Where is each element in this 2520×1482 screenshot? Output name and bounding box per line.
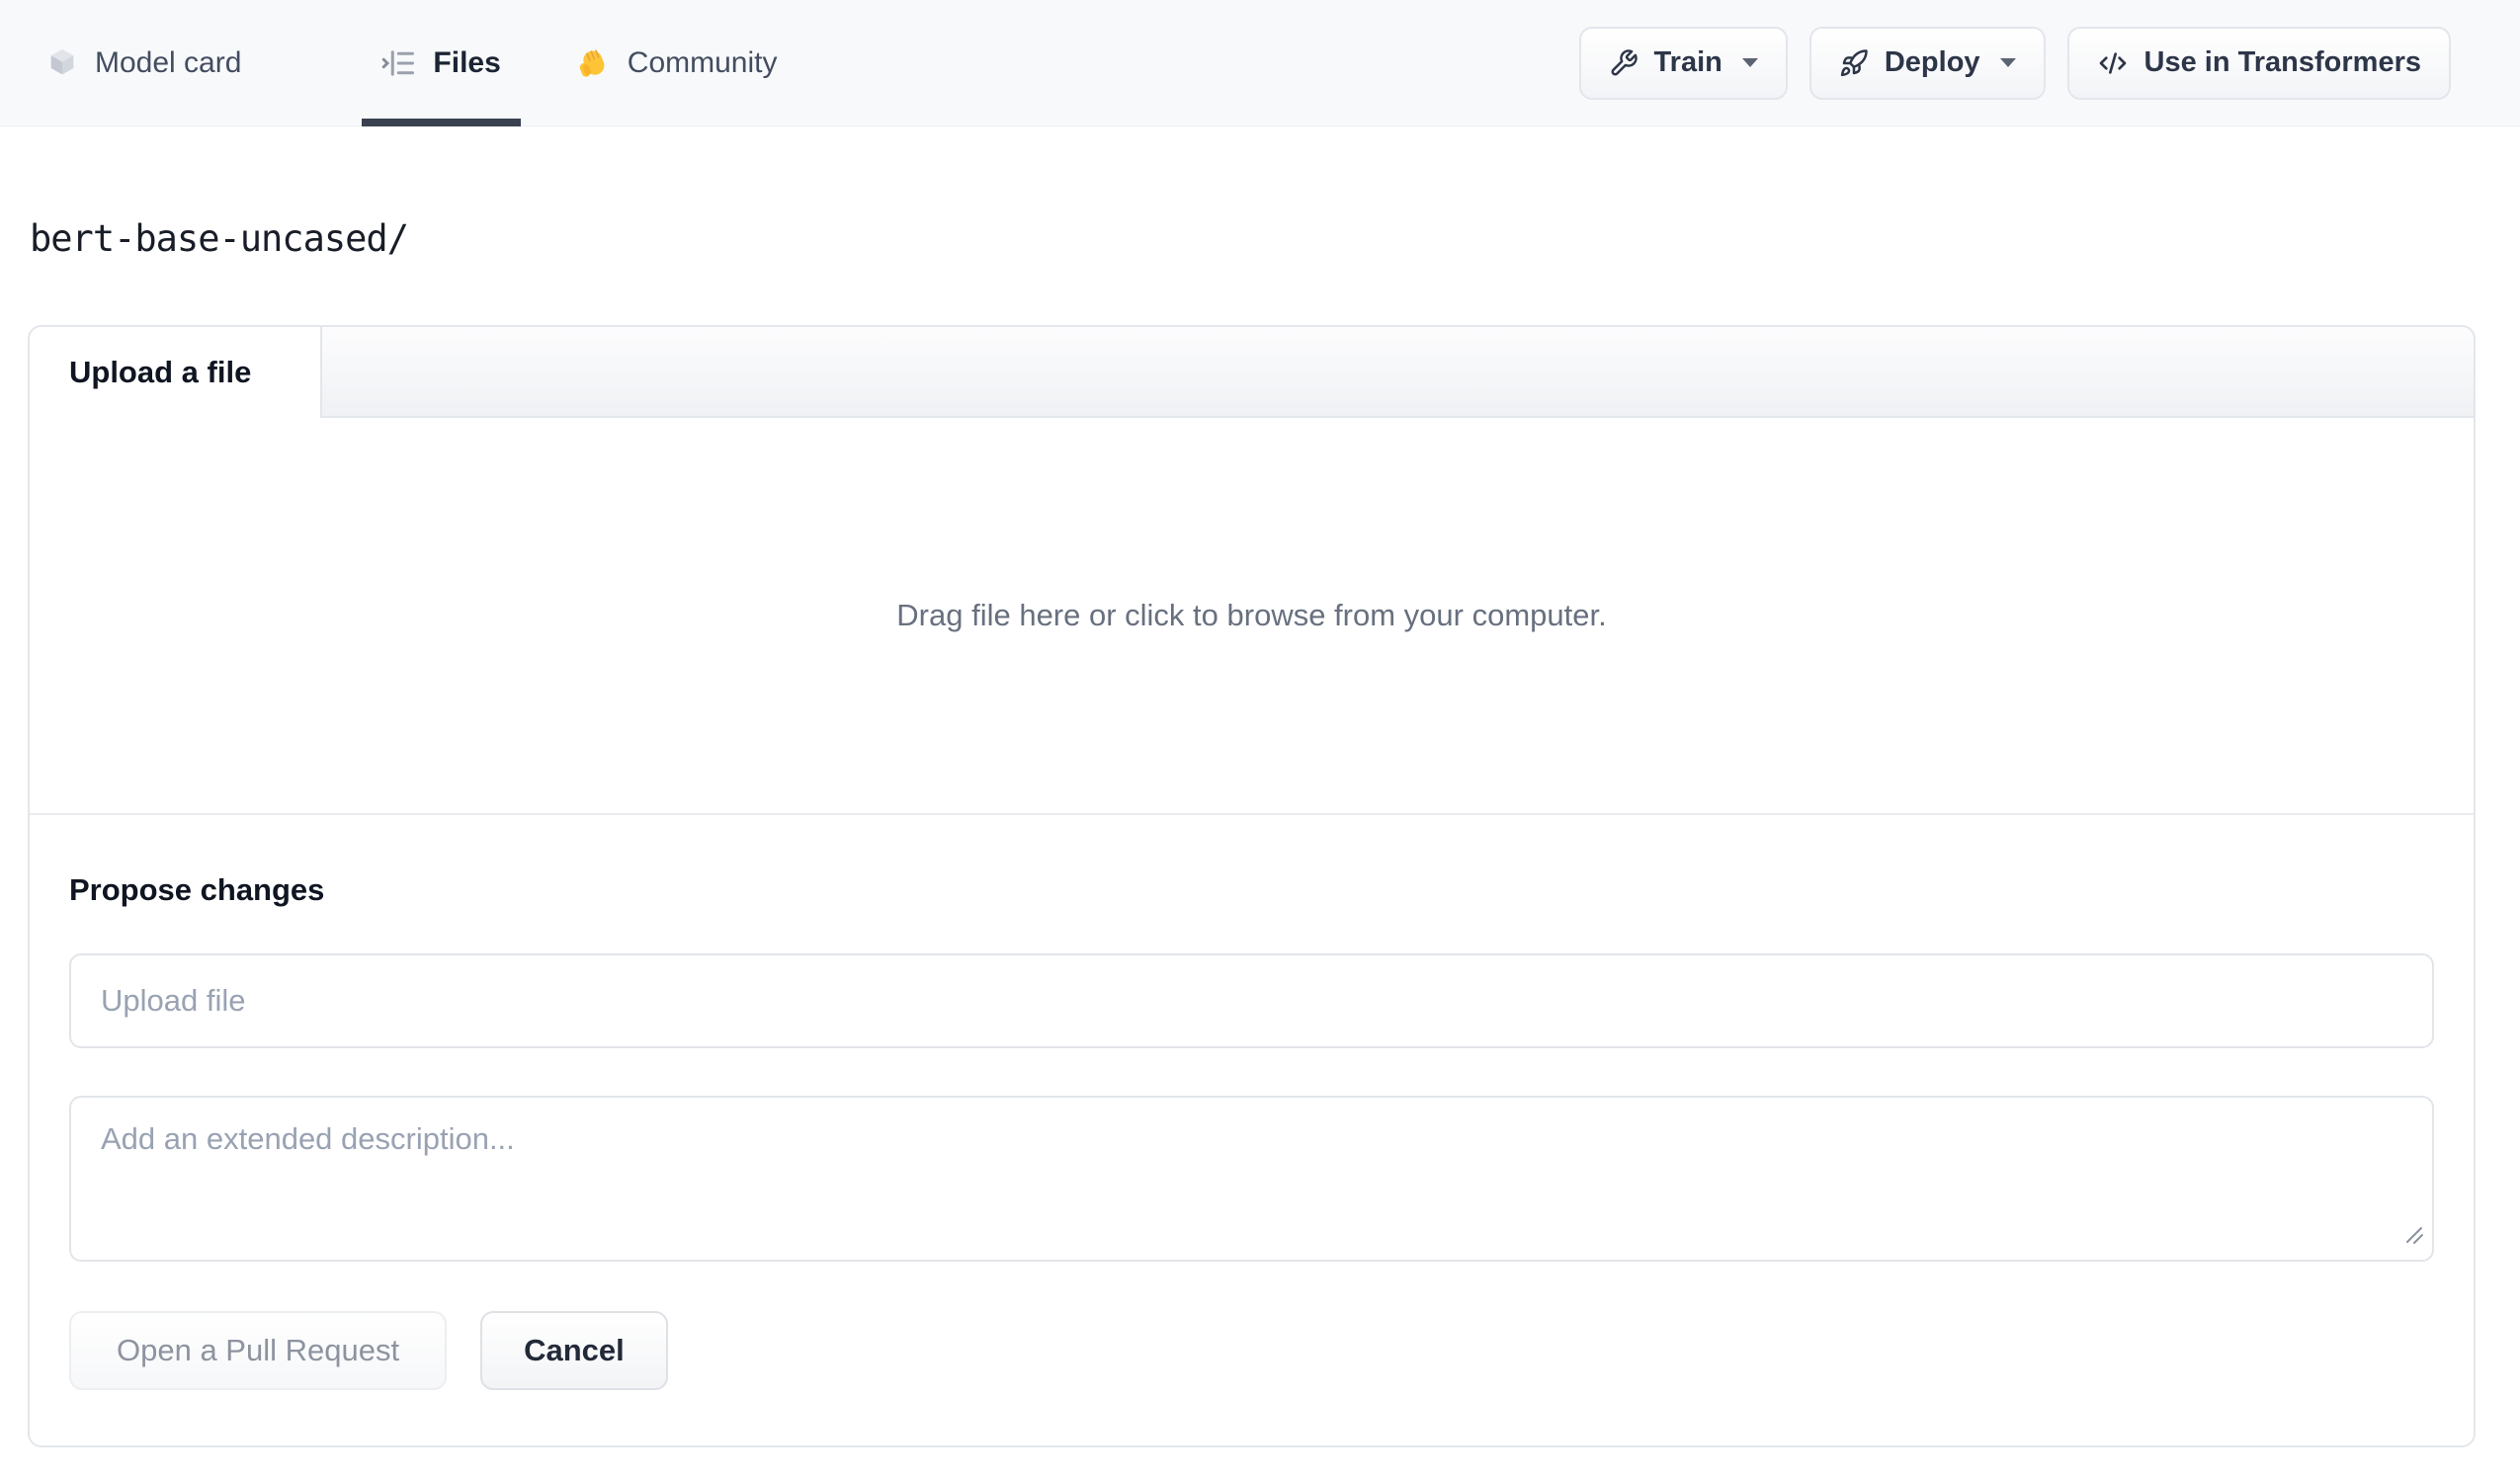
panel-tabstrip: Upload a file xyxy=(30,327,2474,418)
use-in-transformers-label: Use in Transformers xyxy=(2143,46,2421,78)
deploy-button-label: Deploy xyxy=(1884,46,1980,78)
train-button-label: Train xyxy=(1653,46,1722,78)
tab-files-label: Files xyxy=(433,45,501,79)
cancel-button[interactable]: Cancel xyxy=(480,1311,668,1390)
upload-file-input[interactable] xyxy=(69,953,2434,1048)
header-actions: Train Deploy Use in Transformers xyxy=(1578,26,2451,100)
wrench-icon xyxy=(1609,48,1638,78)
tab-model-card[interactable]: Model card xyxy=(42,0,245,125)
description-textarea-wrap xyxy=(69,1096,2434,1262)
upload-panel: Upload a file Drag file here or click to… xyxy=(28,325,2476,1447)
upload-a-file-tab-label: Upload a file xyxy=(69,355,252,389)
tab-files[interactable]: Files xyxy=(362,0,521,126)
file-dropzone[interactable]: Drag file here or click to browse from y… xyxy=(30,418,2474,813)
extended-description-textarea[interactable] xyxy=(69,1096,2434,1262)
propose-changes-section: Propose changes Open a Pull Request Canc… xyxy=(30,813,2474,1445)
upload-a-file-tab[interactable]: Upload a file xyxy=(30,327,322,418)
dropzone-text: Drag file here or click to browse from y… xyxy=(896,598,1607,632)
chevron-down-icon xyxy=(1741,58,1758,67)
train-button[interactable]: Train xyxy=(1578,26,1788,100)
repo-tab-bar: Model card Files Community Train Deploy … xyxy=(0,0,2520,126)
form-actions: Open a Pull Request Cancel xyxy=(69,1311,2434,1390)
tab-community[interactable]: Community xyxy=(570,0,782,125)
nav-tabs: Model card Files Community xyxy=(42,0,782,126)
breadcrumb[interactable]: bert-base-uncased/ xyxy=(30,217,2520,260)
waving-hand-icon xyxy=(574,44,612,82)
rocket-icon xyxy=(1839,48,1869,78)
tab-model-card-label: Model card xyxy=(95,45,242,79)
deploy-button[interactable]: Deploy xyxy=(1808,26,2046,100)
files-list-icon xyxy=(381,45,417,81)
tab-community-label: Community xyxy=(627,45,778,79)
code-icon xyxy=(2097,47,2129,79)
cube-icon xyxy=(45,46,79,80)
chevron-down-icon xyxy=(1999,58,2016,67)
open-pull-request-button[interactable]: Open a Pull Request xyxy=(69,1311,448,1390)
active-tab-underline xyxy=(362,119,521,126)
propose-changes-heading: Propose changes xyxy=(69,872,325,907)
use-in-transformers-button[interactable]: Use in Transformers xyxy=(2066,26,2451,100)
